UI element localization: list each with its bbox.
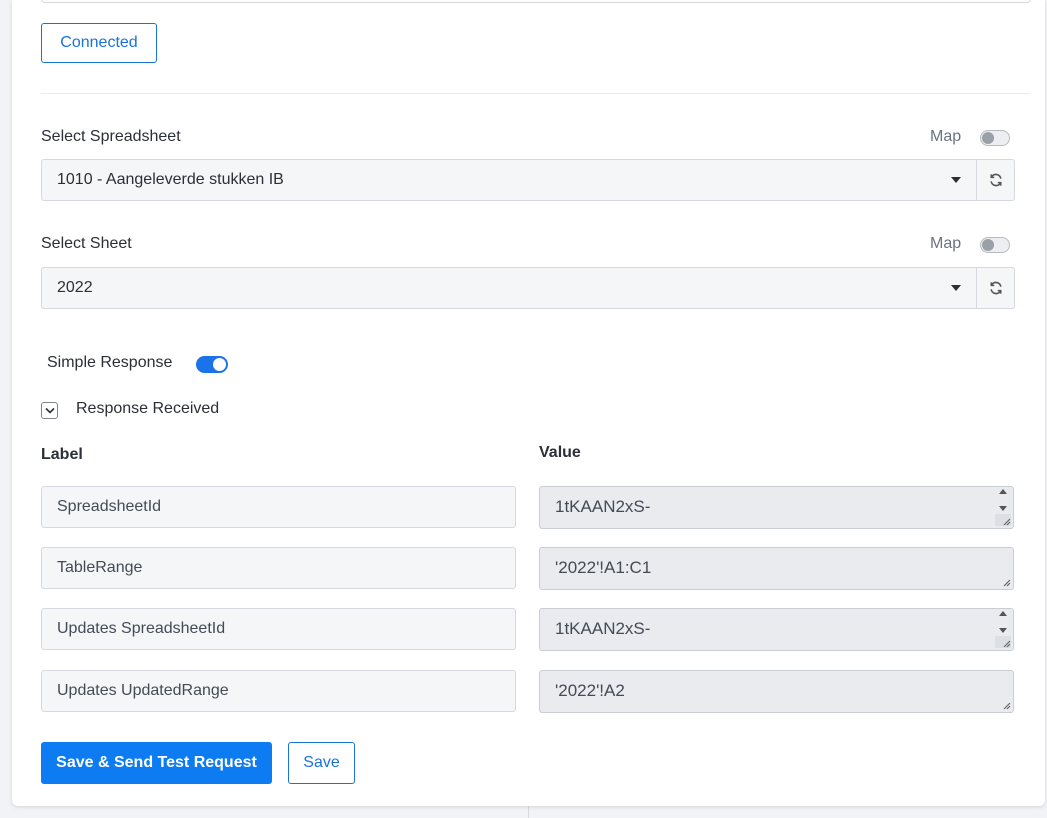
spreadsheet-select-value: 1010 - Aangeleverde stukken IB	[57, 171, 284, 188]
save-button[interactable]: Save	[288, 742, 355, 784]
row-value-textarea[interactable]: '2022'!A1:C1	[539, 547, 1014, 590]
row-value-textarea[interactable]: 1tKAAN2xS-	[539, 608, 1014, 651]
row-value-text: '2022'!A1:C1	[555, 558, 652, 577]
sheet-refresh-button[interactable]	[977, 267, 1015, 309]
row-value-textarea[interactable]: 1tKAAN2xS-	[539, 486, 1014, 529]
row-label-text: TableRange	[57, 559, 143, 576]
caret-down-icon	[951, 285, 961, 291]
row-value-text: 1tKAAN2xS-	[555, 619, 651, 638]
response-received-toggle[interactable]	[41, 402, 58, 419]
chevron-down-icon	[44, 407, 55, 414]
row-label-input[interactable]: Updates SpreadsheetId	[41, 608, 516, 650]
spreadsheet-select[interactable]: 1010 - Aangeleverde stukken IB	[41, 159, 977, 201]
scroll-down-icon	[999, 506, 1007, 511]
row-value-text: '2022'!A2	[555, 681, 625, 700]
select-sheet-label: Select Sheet	[41, 235, 132, 252]
label-column-header: Label	[41, 446, 83, 463]
scroll-arrows[interactable]	[995, 489, 1011, 511]
response-received-label: Response Received	[76, 400, 220, 417]
row-value-textarea[interactable]: '2022'!A2	[539, 670, 1014, 713]
spreadsheet-refresh-button[interactable]	[977, 159, 1015, 201]
scroll-arrows[interactable]	[995, 611, 1011, 633]
sheet-select[interactable]: 2022	[41, 267, 977, 309]
scroll-up-icon	[999, 489, 1007, 494]
form-card: Connected Select Spreadsheet Map 1010 - …	[12, 0, 1045, 806]
row-label-text: Updates SpreadsheetId	[57, 620, 226, 637]
refresh-icon	[989, 173, 1002, 187]
row-label-input[interactable]: TableRange	[41, 547, 516, 589]
resize-grip-icon[interactable]	[1001, 516, 1011, 526]
resize-grip-icon[interactable]	[1001, 577, 1011, 587]
simple-response-toggle[interactable]	[196, 356, 228, 373]
sheet-select-value: 2022	[57, 279, 93, 296]
sheet-map-label: Map	[930, 235, 962, 252]
row-value-text: 1tKAAN2xS-	[555, 497, 651, 516]
background-divider	[528, 806, 529, 818]
simple-response-label: Simple Response	[47, 354, 173, 371]
scroll-down-icon	[999, 628, 1007, 633]
save-and-send-test-request-button[interactable]: Save & Send Test Request	[41, 742, 272, 784]
spreadsheet-map-label: Map	[930, 128, 962, 145]
row-label-input[interactable]: SpreadsheetId	[41, 486, 516, 528]
select-spreadsheet-label: Select Spreadsheet	[41, 128, 181, 145]
row-label-input[interactable]: Updates UpdatedRange	[41, 670, 516, 712]
sheet-map-toggle[interactable]	[980, 237, 1010, 253]
row-label-text: SpreadsheetId	[57, 498, 162, 515]
refresh-icon	[989, 281, 1002, 295]
section-divider	[41, 93, 1030, 94]
resize-grip-icon[interactable]	[1001, 700, 1011, 710]
scroll-up-icon	[999, 611, 1007, 616]
resize-grip-icon[interactable]	[1001, 638, 1011, 648]
connected-button[interactable]: Connected	[41, 23, 157, 63]
value-column-header: Value	[539, 444, 581, 461]
row-label-text: Updates UpdatedRange	[57, 682, 229, 699]
caret-down-icon	[951, 177, 961, 183]
spreadsheet-map-toggle[interactable]	[980, 130, 1010, 146]
previous-field-edge	[41, 0, 1031, 3]
